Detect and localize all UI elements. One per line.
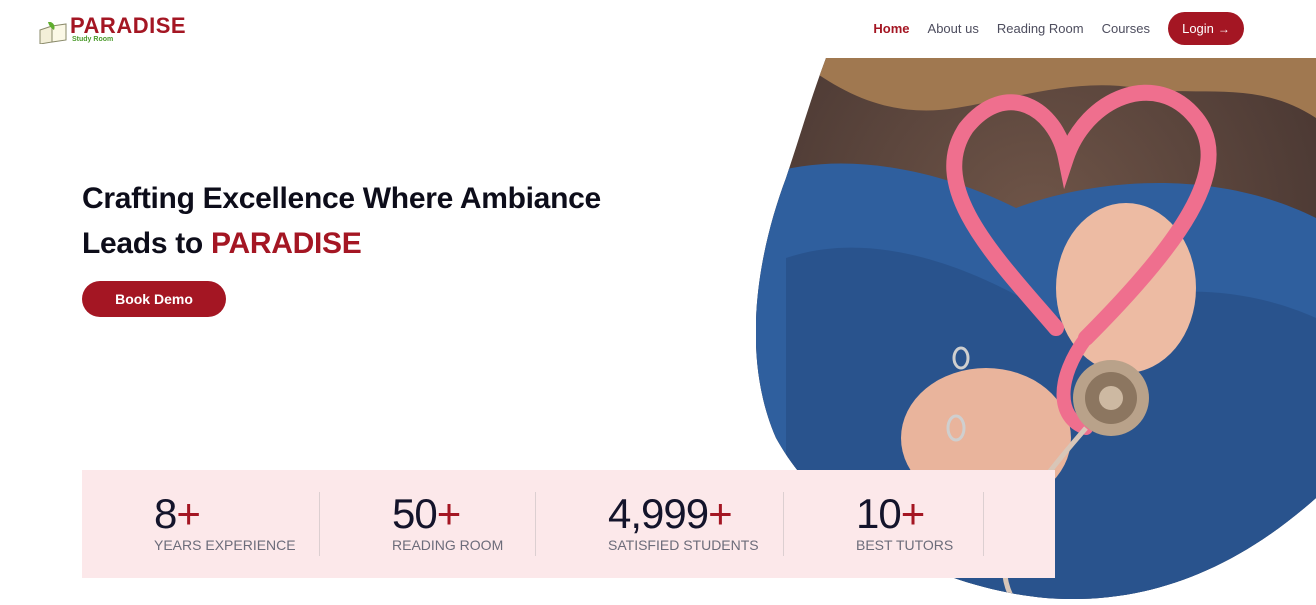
main-nav: Home About us Reading Room Courses Login… xyxy=(873,12,1244,45)
stat-value: 10+ xyxy=(856,490,925,537)
stat-years-experience: 8+ YEARS EXPERIENCE xyxy=(82,470,320,578)
stat-label: YEARS EXPERIENCE xyxy=(154,537,296,553)
login-label: Login xyxy=(1182,21,1214,36)
login-button[interactable]: Login → xyxy=(1168,12,1244,45)
nav-reading-room[interactable]: Reading Room xyxy=(997,21,1084,36)
nav-home[interactable]: Home xyxy=(873,21,909,36)
brand-logo[interactable]: PARADISE Study Room xyxy=(38,12,198,48)
divider xyxy=(983,492,984,556)
headline-line1: Crafting Excellence Where Ambiance xyxy=(82,182,601,215)
stat-value: 8+ xyxy=(154,490,201,537)
stats-bar: 8+ YEARS EXPERIENCE 50+ READING ROOM 4,9… xyxy=(82,470,1055,578)
stat-reading-room: 50+ READING ROOM xyxy=(320,470,536,578)
arrow-right-icon: → xyxy=(1217,21,1230,36)
stat-label: READING ROOM xyxy=(392,537,504,553)
stat-best-tutors: 10+ BEST TUTORS xyxy=(784,470,984,578)
nav-courses[interactable]: Courses xyxy=(1102,21,1150,36)
stat-value: 50+ xyxy=(392,490,461,537)
stat-label: BEST TUTORS xyxy=(856,537,954,553)
hero-headline: Crafting Excellence Where Ambiance Leads… xyxy=(82,176,601,266)
book-demo-button[interactable]: Book Demo xyxy=(82,281,226,317)
headline-line2-prefix: Leads to xyxy=(82,227,211,260)
book-icon xyxy=(39,22,67,44)
stat-value: 4,999+ xyxy=(608,490,733,537)
nav-about-us[interactable]: About us xyxy=(928,21,979,36)
site-header: PARADISE Study Room Home About us Readin… xyxy=(0,0,1316,58)
headline-accent: PARADISE xyxy=(211,227,362,260)
stat-satisfied-students: 4,999+ SATISFIED STUDENTS xyxy=(536,470,784,578)
stat-label: SATISFIED STUDENTS xyxy=(608,537,759,553)
brand-tagline: Study Room xyxy=(72,36,114,43)
brand-name: PARADISE xyxy=(70,13,187,38)
